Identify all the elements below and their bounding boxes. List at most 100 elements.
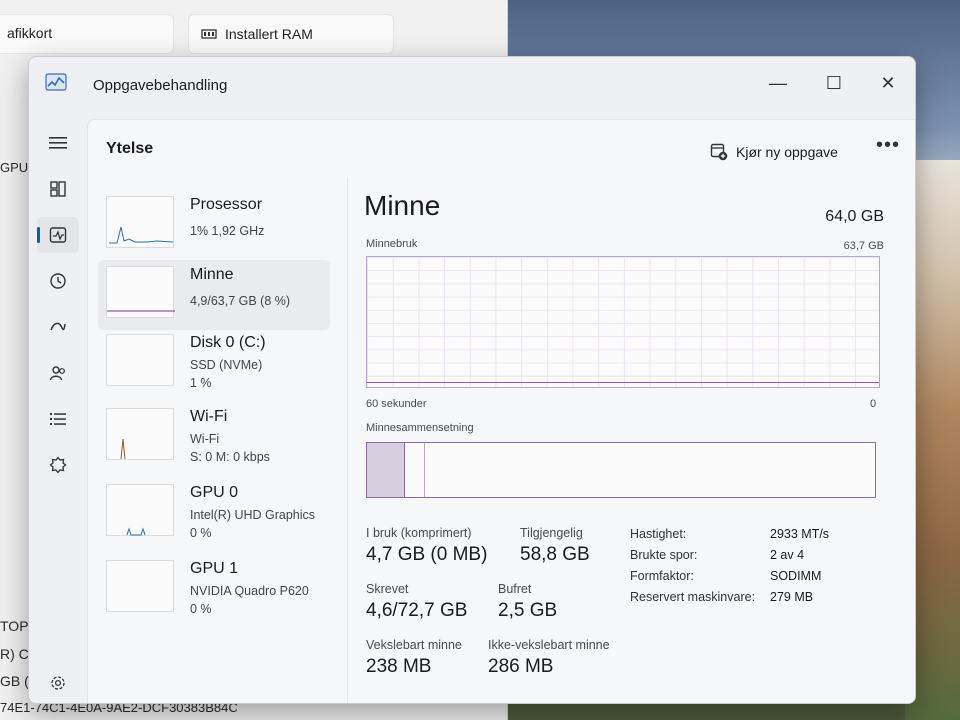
details-icon [50,413,66,425]
back-card-graphics-label: afikkort [7,25,53,41]
memory-composition-label: Minnesammensetning [366,422,474,434]
memory-usage-label: Minnebruk [366,238,418,250]
perf-item-value: 4,9/63,7 GB (8 %) [190,294,291,308]
nonpaged-pool-value: 286 MB [488,656,554,677]
in-use-label: I bruk (komprimert) [366,526,472,540]
processor-mini-chart [109,226,174,244]
memory-detail-panel: Minne 64,0 GB Minnebruk 63,7 GB 60 sekun… [362,178,910,703]
in-use-value: 4,7 GB (0 MB) [366,544,488,565]
memory-usage-line [367,382,879,383]
nav-performance[interactable] [37,217,79,253]
close-button[interactable]: ✕ [865,65,911,101]
nav-settings[interactable] [37,669,79,697]
wifi-mini-chart [120,438,126,460]
nav-rail [29,113,87,703]
perf-item-name: Prosessor [190,196,263,213]
minimize-button[interactable]: — [755,65,801,101]
hardware-reserved-value: 279 MB [770,590,814,604]
perf-item-value: 1% 1,92 GHz [190,224,265,238]
memory-title: Minne [364,190,441,221]
back-card-ram-label: Installert RAM [225,26,313,42]
memory-mini-chart [107,310,175,312]
perf-item-memory[interactable]: Minne 4,9/63,7 GB (8 %) [98,260,330,330]
close-icon: ✕ [880,72,896,93]
gpu0-thumbnail-graph [106,484,174,536]
nonpaged-pool-label: Ikke-vekslebart minne [488,638,610,652]
perf-item-name: Wi-Fi [190,408,228,425]
perf-item-processor[interactable]: Prosessor 1% 1,92 GHz [98,190,330,260]
composition-in-use [367,443,406,497]
task-manager-app-icon [45,73,67,91]
performance-page: Ytelse Kjør ny oppgave ••• Prosessor 1% … [87,119,915,703]
perf-item-type: Wi-Fi [190,432,220,446]
run-new-task-button[interactable]: Kjør ny oppgave [710,138,838,166]
speed-value: 2933 MT/s [770,527,830,541]
perf-item-name: GPU 1 [190,560,239,577]
paged-pool-label: Vekslebart minne [366,638,462,652]
nav-users[interactable] [37,355,79,391]
memory-composition-bar [366,442,876,498]
memory-usage-graph [366,256,880,388]
performance-icon [49,227,67,243]
gpu1-thumbnail-graph [106,560,174,612]
page-title: Ytelse [106,140,154,157]
memory-usage-max: 63,7 GB [843,240,884,252]
wifi-thumbnail-graph [106,408,174,460]
perf-item-value: 1 % [190,376,212,390]
hardware-reserved-label: Reservert maskinvare: [630,590,756,604]
perf-item-wifi[interactable]: Wi-Fi Wi-Fi S: 0 M: 0 kbps [98,402,330,472]
available-value: 58,8 GB [520,544,590,565]
nav-services[interactable] [37,447,79,483]
perf-item-value: 0 % [190,602,212,616]
nav-app-history[interactable] [37,263,79,299]
back-card-graphics[interactable]: afikkort [0,14,174,54]
gpu0-mini-chart [126,527,146,536]
hamburger-menu-button[interactable] [37,125,79,161]
committed-value: 4,6/72,7 GB [366,600,468,621]
composition-modified [407,443,426,497]
nav-startup-apps[interactable] [37,309,79,345]
maximize-icon: ☐ [825,72,843,93]
perf-item-name: Disk 0 (C:) [190,334,266,351]
perf-item-type: NVIDIA Quadro P620 [190,584,309,598]
form-factor-label: Formfaktor: [630,569,694,583]
paged-pool-value: 238 MB [366,656,432,677]
form-factor-value: SODIMM [770,569,822,583]
minimize-icon: — [769,72,787,93]
ram-icon [201,29,217,39]
more-options-button[interactable]: ••• [876,135,900,162]
title-bar[interactable]: Oppgavebehandling — ☐ ✕ [29,57,915,113]
disk-thumbnail-graph [106,334,174,386]
perf-item-gpu0[interactable]: GPU 0 Intel(R) UHD Graphics 0 % [98,478,330,548]
window-title: Oppgavebehandling [93,77,228,94]
available-label: Tilgjengelig [520,526,583,540]
speed-label: Hastighet: [630,527,687,541]
perf-item-disk[interactable]: Disk 0 (C:) SSD (NVMe) 1 % [98,328,330,398]
slots-used-label: Brukte spor: [630,548,698,562]
slots-used-value: 2 av 4 [770,548,805,562]
graph-time-right: 0 [870,398,877,410]
nav-processes[interactable] [37,171,79,207]
services-icon [49,456,67,474]
back-card-ram[interactable]: Installert RAM [188,14,394,54]
committed-label: Skrevet [366,582,409,596]
perf-item-value: S: 0 M: 0 kbps [190,450,270,464]
cached-value: 2,5 GB [498,600,558,621]
more-options-icon: ••• [876,134,901,156]
graph-time-left: 60 sekunder [366,398,427,410]
startup-icon [50,322,66,331]
nav-details[interactable] [37,401,79,437]
perf-item-name: GPU 0 [190,484,239,501]
maximize-button[interactable]: ☐ [811,65,857,101]
settings-gear-icon [51,676,65,690]
perf-item-type: SSD (NVMe) [190,358,263,372]
memory-total: 64,0 GB [825,208,884,225]
perf-item-gpu1[interactable]: GPU 1 NVIDIA Quadro P620 0 % [98,554,330,624]
memory-thumbnail-graph [106,266,175,318]
new-task-icon [710,143,728,161]
cached-label: Bufret [498,582,532,596]
perf-item-type: Intel(R) UHD Graphics [190,508,316,522]
hamburger-icon [49,137,67,149]
perf-item-value: 0 % [190,526,212,540]
perf-item-name: Minne [190,266,234,283]
